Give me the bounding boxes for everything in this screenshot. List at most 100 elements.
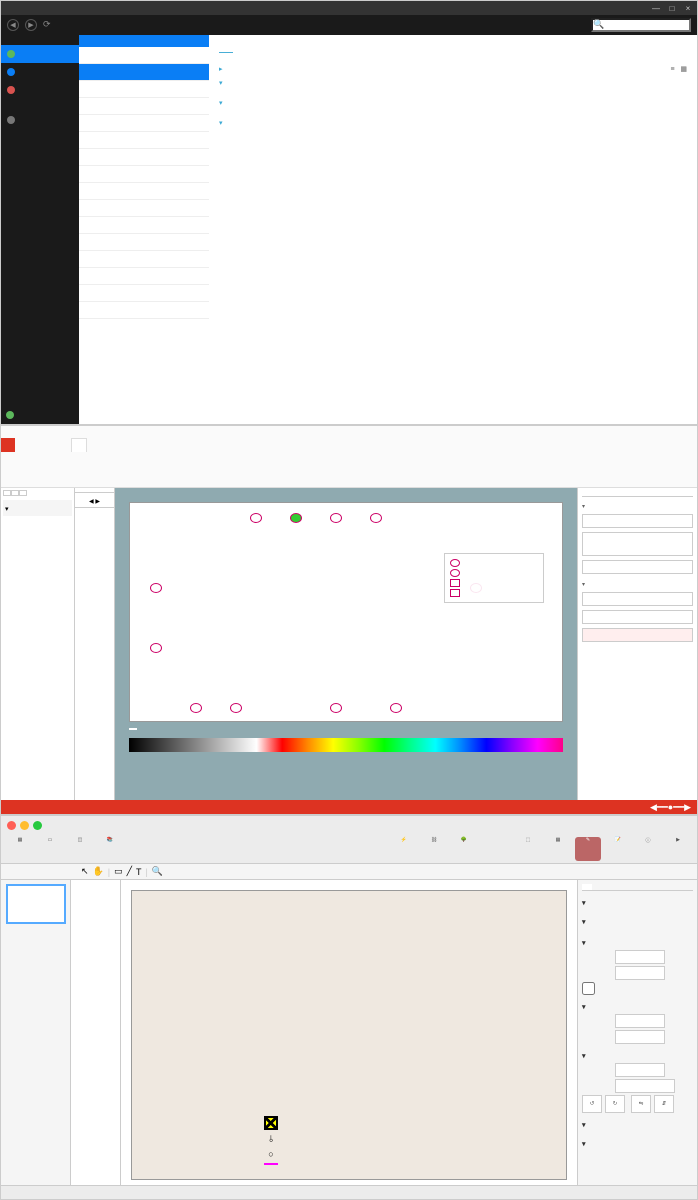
tab-share[interactable] [71,438,87,452]
color-palette[interactable] [129,738,563,752]
maximize-icon[interactable] [33,821,42,830]
pin-input[interactable] [615,1079,675,1093]
sidebar-item[interactable] [79,285,209,302]
lib-tab-pages[interactable] [11,490,19,496]
dev-layer-input[interactable] [582,628,693,642]
meta-keywords-input[interactable] [582,560,693,574]
sidebar-item[interactable] [79,149,209,166]
nav-preferences[interactable] [1,129,79,139]
sidebar-item[interactable] [79,47,209,64]
window-title: — □ × [1,1,697,15]
shape-tool-icon[interactable]: ▭ [114,866,123,877]
rotate-left-button[interactable]: ↺ [582,1095,602,1113]
sidebar-item[interactable] [79,268,209,285]
outline-sub: ◀ ▶ [75,493,114,508]
nav-about[interactable] [1,111,79,129]
libraries-toggle[interactable] [219,119,687,127]
y-input[interactable] [615,1030,665,1044]
samples-toggle[interactable] [219,79,687,87]
sidebar-item[interactable] [79,200,209,217]
category-header[interactable] [79,35,209,47]
hand-tool-icon[interactable]: ✋ [93,866,104,877]
outline-panel: ◀ ▶ [75,488,115,800]
sidebar-item[interactable] [79,132,209,149]
tb-present[interactable]: ▶ [665,837,691,861]
maximize-icon[interactable]: □ [667,2,677,12]
search-input[interactable] [591,18,691,32]
flip-h-button[interactable]: ⇋ [631,1095,651,1113]
zoom-tool-icon[interactable]: 🔍 [152,866,163,877]
width-input[interactable] [615,950,665,964]
tb-solutions[interactable]: ▦ [7,837,33,861]
tb-hypernote[interactable]: 📝 [605,837,631,861]
minimize-icon[interactable]: — [651,2,661,12]
x-input[interactable] [615,1014,665,1028]
tb-grid[interactable]: ▦ [545,837,571,861]
tb-smart[interactable]: ⚡ [391,837,417,861]
canvas[interactable] [115,488,577,800]
nav-updates[interactable] [1,63,79,81]
user-label[interactable] [1,406,79,424]
line-tool-icon[interactable]: ╱ [127,866,132,877]
cursor-tool-icon[interactable]: ↖ [81,866,89,877]
nav-installed[interactable] [1,81,79,99]
sidebar-item[interactable] [79,217,209,234]
sidebar-item[interactable] [79,81,209,98]
rotate-right-button[interactable]: ↻ [605,1095,625,1113]
prop-tab-format[interactable] [592,884,602,890]
close-icon[interactable] [7,821,16,830]
tab-view[interactable] [57,438,71,452]
forward-icon[interactable]: ▶ [25,19,37,31]
status-bar: ◀━━●━━▶ [1,800,697,814]
tab-file[interactable] [1,438,15,452]
close-icon[interactable]: × [683,2,693,12]
dev-id-input[interactable] [582,592,693,606]
doc-tab[interactable] [129,728,137,730]
sidebar-item[interactable] [79,98,209,115]
sidebar-item[interactable] [79,183,209,200]
refresh-icon[interactable]: ⟳ [43,19,55,31]
meta-desc-input[interactable] [582,532,693,556]
view-toggle[interactable]: ≡ ▦ [670,63,687,73]
flip-v-button[interactable]: ⇵ [654,1095,674,1113]
solution-info-toggle[interactable] [219,65,670,73]
tb-format[interactable]: ✎ [575,837,601,861]
height-input[interactable] [615,966,665,980]
page-thumbs-panel [1,880,71,1185]
content-area: — ≡ ▦ [209,35,697,424]
templates-toggle[interactable] [219,99,687,107]
lock-proportions-checkbox[interactable] [582,982,595,995]
sidebar-item[interactable] [79,166,209,183]
sidebar-item[interactable] [79,302,209,319]
tb-snap[interactable]: ⬚ [515,837,541,861]
prop-tab-text[interactable] [602,884,612,890]
back-icon[interactable]: ◀ [7,19,19,31]
text-tool-icon[interactable]: T [136,867,142,877]
lib-tab-layers[interactable] [19,490,27,496]
nav-solutions[interactable] [1,45,79,63]
tab-document[interactable] [43,438,57,452]
tb-library[interactable]: 📚 [97,837,123,861]
window-title [1,426,697,438]
minimize-icon[interactable] [20,821,29,830]
canvas[interactable]: ⫰ ○ [121,880,577,1185]
tb-tree[interactable]: 🌳 [451,837,477,861]
prop-tab-arrange[interactable] [582,884,592,890]
sidebar-item[interactable] [79,234,209,251]
library-panel: ▾ [1,488,75,800]
sidebar-item[interactable] [79,251,209,268]
tab-home[interactable] [15,438,29,452]
angle-input[interactable] [615,1063,665,1077]
tb-pages[interactable]: ▭ [37,837,63,861]
page-thumbnail[interactable] [6,884,66,924]
sidebar-item[interactable] [79,115,209,132]
tab-shape[interactable] [29,438,43,452]
tb-layers[interactable]: ◫ [67,837,93,861]
lib-tab-solutions[interactable] [3,490,11,496]
sidebar-item[interactable] [79,64,209,81]
dev-sub-input[interactable] [582,610,693,624]
nav-apps[interactable] [1,35,79,45]
meta-name-input[interactable] [582,514,693,528]
tb-chain[interactable]: ⛓ [421,837,447,861]
tb-info[interactable]: ⓘ [635,837,661,861]
